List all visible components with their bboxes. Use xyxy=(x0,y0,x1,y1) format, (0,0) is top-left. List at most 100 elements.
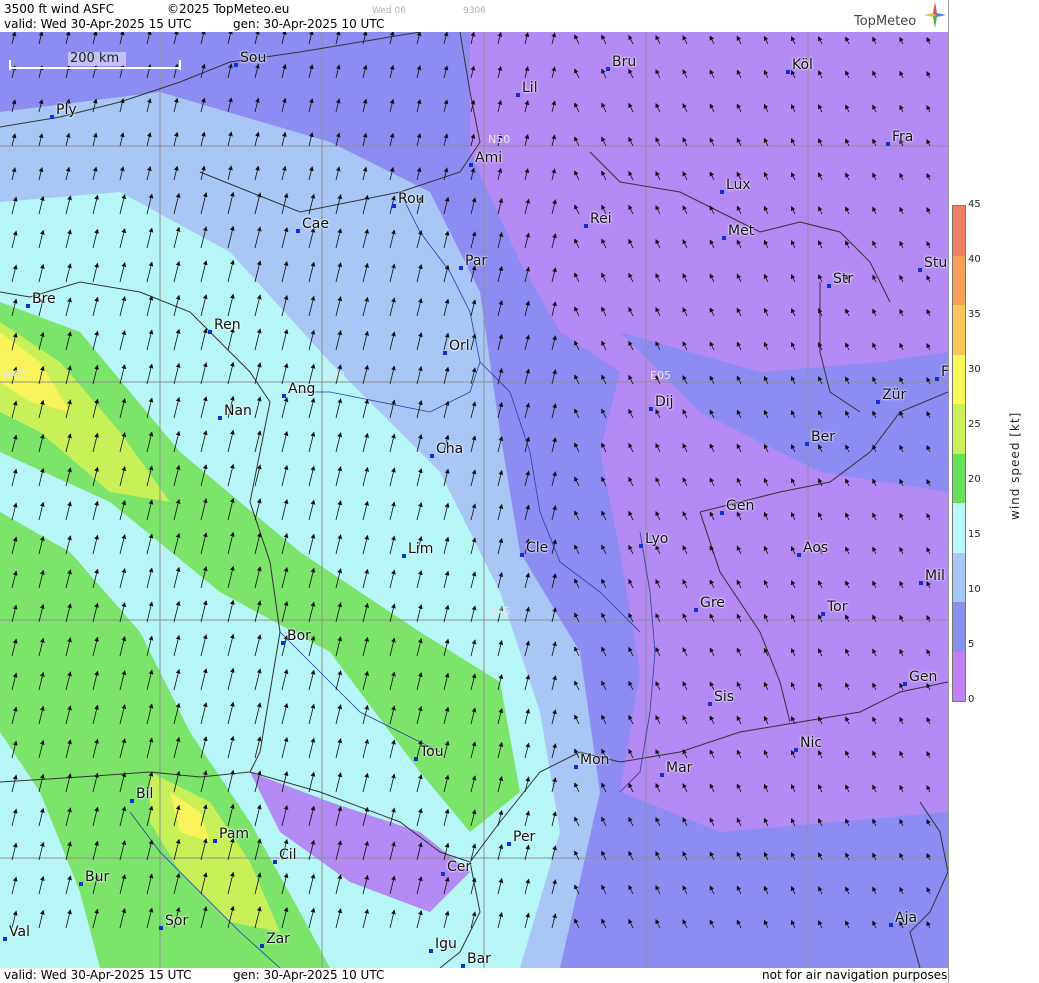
city-marker xyxy=(282,394,286,398)
city-marker xyxy=(520,553,524,557)
city-label: Bar xyxy=(467,951,491,967)
city-marker xyxy=(639,544,643,548)
city-label: Lil xyxy=(522,80,538,96)
city-marker xyxy=(50,115,54,119)
city-label: Per xyxy=(513,829,536,845)
city-marker xyxy=(218,416,222,420)
colorbar-tick-label: 20 xyxy=(968,474,981,485)
city-label: Stu xyxy=(924,255,948,271)
city-marker xyxy=(392,204,396,208)
city-label: Cle xyxy=(526,540,549,556)
product-title: 3500 ft wind ASFC xyxy=(4,2,115,16)
city-label: Nan xyxy=(224,403,252,419)
city-marker xyxy=(720,190,724,194)
city-marker xyxy=(935,377,939,381)
city-marker xyxy=(821,612,825,616)
colorbar-tick-label: 45 xyxy=(968,199,981,210)
colorbar-tick-label: 25 xyxy=(968,419,981,430)
city-marker xyxy=(722,236,726,240)
wind-map-canvas xyxy=(0,32,948,968)
grid-label-n45: N45 xyxy=(488,605,511,618)
city-marker xyxy=(903,682,907,686)
copyright: ©2025 TopMeteo.eu xyxy=(167,2,290,16)
city-marker xyxy=(797,553,801,557)
city-marker xyxy=(402,554,406,558)
city-label: Tor xyxy=(827,599,848,615)
city-marker xyxy=(794,748,798,752)
city-marker xyxy=(430,454,434,458)
city-label: Mil xyxy=(925,568,945,584)
city-marker xyxy=(429,949,433,953)
footer-bar: valid: Wed 30-Apr-2025 15 UTC gen: 30-Ap… xyxy=(0,968,948,983)
city-marker xyxy=(208,330,212,334)
city-label: Ren xyxy=(214,317,241,333)
city-marker xyxy=(459,266,463,270)
city-label: Ply xyxy=(56,102,77,118)
faint-day: Wed 06 xyxy=(372,6,406,16)
city-marker xyxy=(213,839,217,843)
city-marker xyxy=(786,70,790,74)
city-label: Pam xyxy=(219,826,250,842)
footer-generated-time: gen: 30-Apr-2025 10 UTC xyxy=(233,968,385,982)
city-marker xyxy=(886,142,890,146)
city-marker xyxy=(708,702,712,706)
valid-time: valid: Wed 30-Apr-2025 15 UTC xyxy=(4,17,192,31)
city-marker xyxy=(660,773,664,777)
scale-label: 200 km xyxy=(70,51,120,66)
city-marker xyxy=(260,944,264,948)
city-label: Par xyxy=(465,253,488,269)
city-marker xyxy=(26,304,30,308)
colorbar-tick-label: 0 xyxy=(968,694,975,705)
city-label: Bru xyxy=(612,54,637,70)
city-marker xyxy=(441,872,445,876)
city-label: Aos xyxy=(803,540,829,556)
grid-label-w05: W05 xyxy=(2,368,27,381)
colorbar-tick-label: 10 xyxy=(968,584,981,595)
colorbar-tick-label: 15 xyxy=(968,529,981,540)
city-marker xyxy=(574,765,578,769)
city-label: Gre xyxy=(700,595,725,611)
colorbar-segment xyxy=(953,602,965,652)
wind-speed-colorbar xyxy=(952,205,966,702)
city-marker xyxy=(919,581,923,585)
city-marker xyxy=(649,407,653,411)
city-marker xyxy=(281,641,285,645)
generated-time: gen: 30-Apr-2025 10 UTC xyxy=(233,17,385,31)
city-label: Val xyxy=(9,924,30,940)
colorbar-segment xyxy=(953,354,965,404)
city-label: Mar xyxy=(666,760,693,776)
footer-valid-time: valid: Wed 30-Apr-2025 15 UTC xyxy=(4,968,192,982)
city-label: Zar xyxy=(266,931,290,947)
city-label: Rei xyxy=(590,211,612,227)
city-label: Sis xyxy=(714,689,735,705)
compass-star-icon xyxy=(924,2,946,28)
city-label: Ang xyxy=(288,381,316,397)
city-label: Nic xyxy=(800,735,823,751)
city-marker xyxy=(159,926,163,930)
city-label: Gen xyxy=(909,669,938,685)
colorbar-segment xyxy=(953,503,965,553)
wind-map[interactable]: 200 km N50 N45 W05 E00 E05 Sou Bru Köl Ply L… xyxy=(0,32,948,968)
city-marker xyxy=(694,608,698,612)
colorbar-segment xyxy=(953,651,965,701)
city-label: Tou xyxy=(420,744,444,760)
topmeteo-logo: TopMeteo xyxy=(854,14,917,29)
grid-label-e05: E05 xyxy=(650,369,671,382)
city-label: F xyxy=(941,364,948,380)
city-label: Köl xyxy=(792,57,813,73)
city-marker xyxy=(805,442,809,446)
city-marker xyxy=(507,842,511,846)
colorbar-segment xyxy=(953,552,965,602)
city-label: Aja xyxy=(895,910,918,926)
city-label: Ber xyxy=(811,429,835,445)
city-label: Zür xyxy=(882,387,907,403)
city-label: Orl xyxy=(449,338,470,354)
city-label: Bor xyxy=(287,628,311,644)
city-label: Str xyxy=(833,271,854,287)
city-marker xyxy=(414,757,418,761)
city-marker xyxy=(720,511,724,515)
city-label: Gen xyxy=(726,498,755,514)
city-marker xyxy=(606,67,610,71)
colorbar-segment xyxy=(953,453,965,503)
grid-label-n50: N50 xyxy=(488,133,511,146)
